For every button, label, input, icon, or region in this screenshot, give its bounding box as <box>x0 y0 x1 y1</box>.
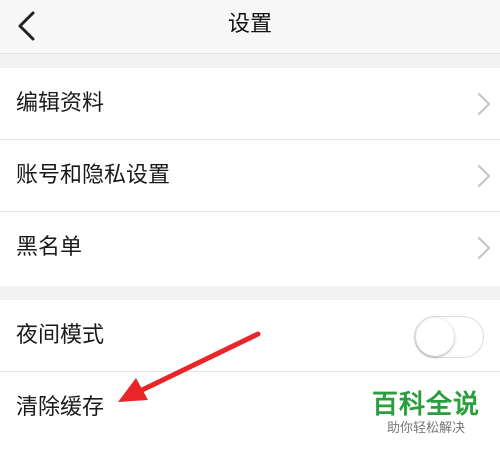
settings-item-label: 账号和隐私设置 <box>16 163 171 188</box>
toggle-knob <box>416 318 454 356</box>
settings-group-profile: 编辑资料 账号和隐私设置 黑名单 <box>0 68 500 286</box>
chevron-right-icon <box>478 237 490 259</box>
night-mode-toggle[interactable] <box>414 316 484 358</box>
page-title: 设置 <box>227 12 272 37</box>
settings-item-label: 夜间模式 <box>16 323 105 348</box>
settings-item-edit-profile[interactable]: 编辑资料 <box>0 68 500 140</box>
settings-screen: 设置 编辑资料 账号和隐私设置 黑名单 夜间模式 清除缓存 百科全说 助你轻松解… <box>0 0 500 452</box>
settings-item-label: 黑名单 <box>16 235 83 260</box>
watermark: 百科全说 助你轻松解决 <box>366 390 486 438</box>
settings-item-label: 编辑资料 <box>16 91 105 116</box>
watermark-title: 百科全说 <box>371 390 480 420</box>
watermark-subtitle: 助你轻松解决 <box>386 421 465 436</box>
nav-bar: 设置 <box>0 0 500 54</box>
settings-item-night-mode: 夜间模式 <box>0 300 500 372</box>
settings-item-account-privacy[interactable]: 账号和隐私设置 <box>0 140 500 212</box>
chevron-right-icon <box>478 93 490 115</box>
settings-item-blacklist[interactable]: 黑名单 <box>0 212 500 284</box>
settings-item-label: 清除缓存 <box>16 395 105 420</box>
chevron-right-icon <box>478 165 490 187</box>
